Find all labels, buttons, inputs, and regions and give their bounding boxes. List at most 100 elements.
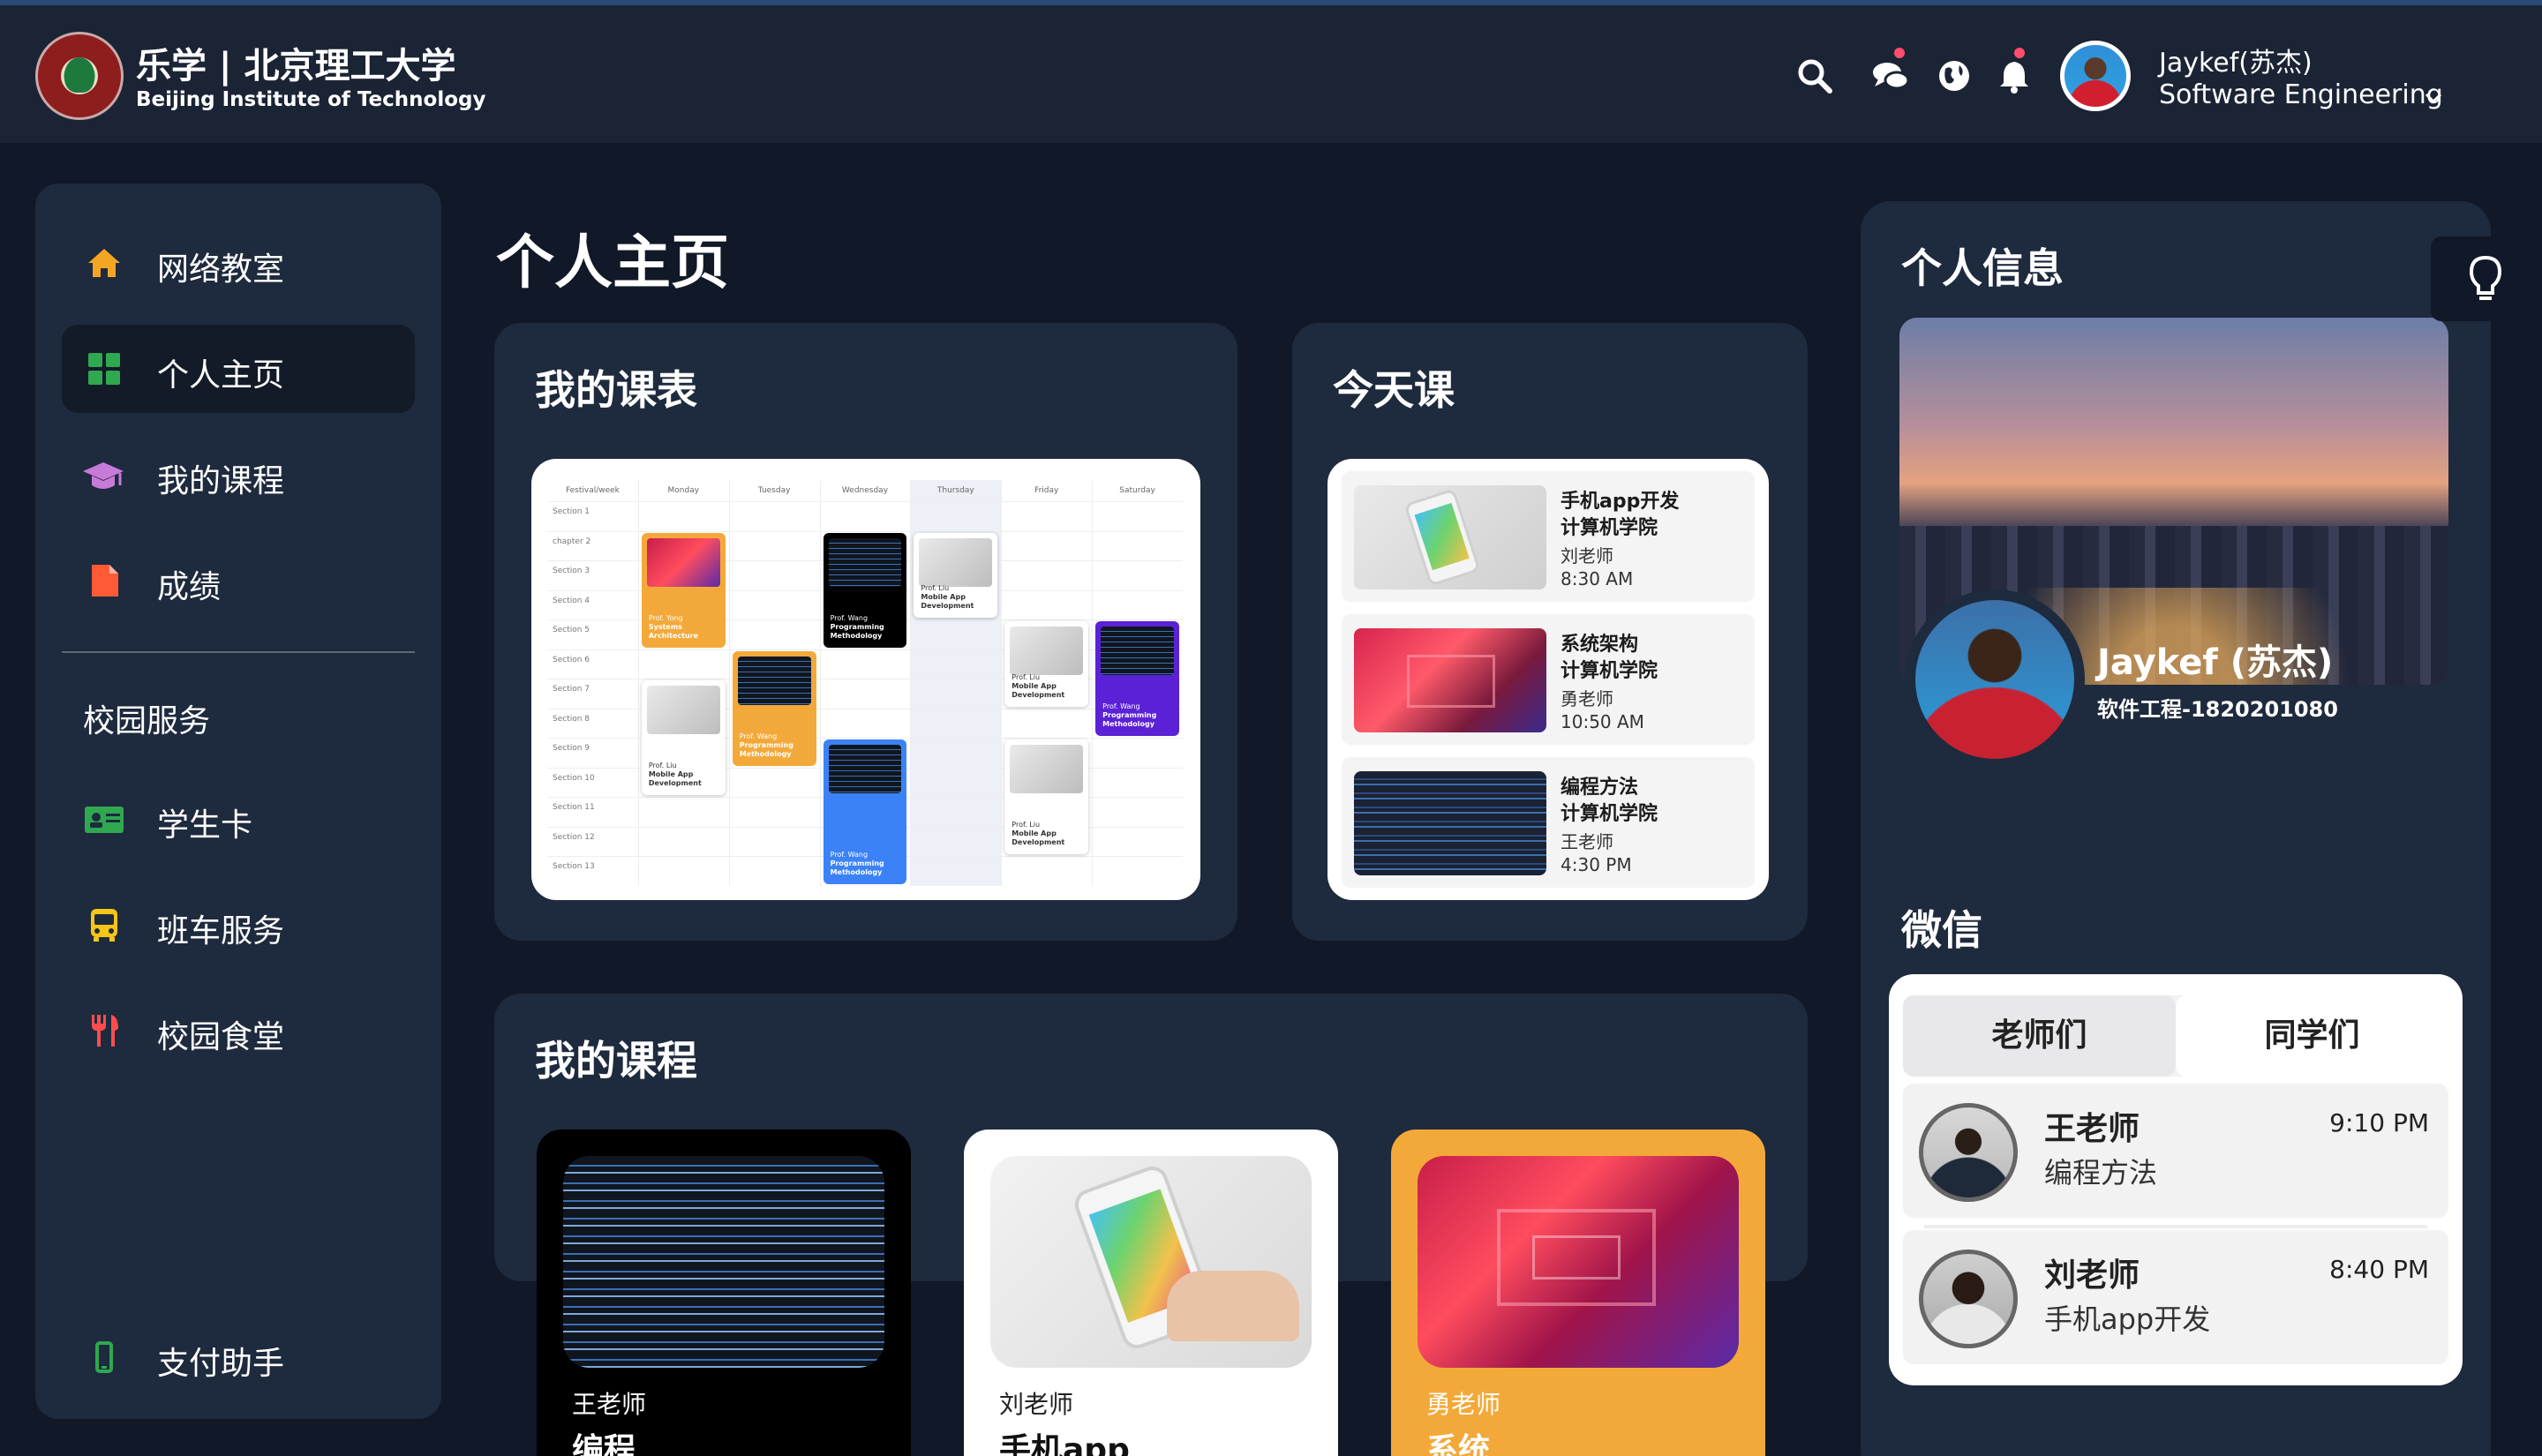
user-department[interactable]: Software Engineering [2159, 79, 2443, 110]
timetable-block-text: Prof. Wang Programming Methodology [1102, 702, 1179, 729]
today-course-teacher: 刘老师 [1561, 545, 1613, 567]
timetable-block-thumbnail [1010, 627, 1084, 676]
timetable-block-title: Programming Methodology [830, 859, 884, 876]
timetable-block-teacher: Prof. Wang [830, 850, 869, 859]
timetable-course-block[interactable]: Prof. Wang Programming Methodology [732, 650, 816, 766]
timetable-block-title: Mobile App Development [1012, 681, 1065, 699]
timetable-block-thumbnail [646, 537, 720, 587]
sidebar-item-shuttle-bus[interactable]: 班车服务 [62, 881, 415, 969]
timetable-block-title: Programming Methodology [739, 740, 793, 758]
timetable-course-block[interactable]: Prof. Liu Mobile App Development [1004, 621, 1089, 707]
sidebar-item-payment-assistant[interactable]: 支付助手 [62, 1313, 415, 1401]
sidebar-item-cafeteria[interactable]: 校园食堂 [62, 987, 415, 1075]
chat-icon[interactable] [1871, 56, 1910, 95]
sidebar: 网络教室 个人主页 我的课程 成绩 校园服务 学生卡 班车服务 校园食堂 支付助… [35, 184, 441, 1419]
chevron-down-icon[interactable] [2424, 88, 2443, 108]
brand-subtitle: Beijing Institute of Technology [136, 88, 486, 111]
wechat-title: 微信 [1901, 906, 1982, 954]
sidebar-item-label: 校园食堂 [157, 1019, 285, 1055]
today-course-teacher: 勇老师 [1561, 688, 1613, 709]
course-name: 系统 [1426, 1432, 1491, 1456]
lightbulb-button[interactable] [2431, 236, 2542, 321]
today-course-time: 10:50 AM [1561, 711, 1644, 732]
course-name: 编程 [572, 1432, 636, 1456]
chat-name: 王老师 [2044, 1111, 2140, 1147]
user-avatar[interactable] [2060, 41, 2131, 111]
timetable-course-block[interactable]: Prof. Liu Mobile App Development [914, 532, 998, 619]
section-title-campus-services: 校园服务 [83, 703, 211, 739]
course-thumbnail [1354, 485, 1546, 589]
today-course-item[interactable]: 系统架构 计算机学院 勇老师 10:50 AM [1342, 614, 1755, 745]
home-icon [88, 249, 120, 277]
chat-item[interactable]: 刘老师 手机app开发 8:40 PM [1903, 1230, 2448, 1364]
timetable-course-block[interactable]: Prof. Wang Programming Methodology [823, 739, 907, 884]
grid-icon [88, 353, 120, 385]
sidebar-item-label: 班车服务 [157, 913, 285, 949]
university-logo[interactable] [35, 32, 124, 120]
phone-icon [95, 1341, 113, 1373]
timetable-block-thumbnail [828, 745, 902, 794]
timetable-day-header: Monday [667, 486, 700, 495]
timetable-block-text: Prof. Liu Mobile App Development [1012, 821, 1088, 847]
today-course-item[interactable]: 编程方法 计算机学院 王老师 4:30 PM [1342, 757, 1755, 888]
utensils-icon [92, 1015, 118, 1047]
course-image [1418, 1156, 1739, 1368]
today-course-school: 计算机学院 [1561, 517, 1658, 539]
header: 乐学 | 北京理工大学 Beijing Institute of Technol… [0, 5, 2542, 143]
timetable-block-text: Prof. Yong Systems Architecture [649, 614, 726, 641]
today-course-item[interactable]: 手机app开发 计算机学院 刘老师 8:30 AM [1342, 471, 1755, 602]
timetable-block-teacher: Prof. Liu [921, 584, 950, 593]
today-course-name: 手机app开发 [1561, 491, 1680, 513]
chat-time: 9:10 PM [2329, 1108, 2429, 1137]
course-name: 手机app [999, 1432, 1130, 1456]
course-card[interactable]: 刘老师 手机app [964, 1130, 1338, 1456]
my-courses-title: 我的课程 [535, 1037, 697, 1084]
today-course-name: 编程方法 [1561, 777, 1639, 799]
timetable-course-block[interactable]: Prof. Liu Mobile App Development [1004, 739, 1089, 855]
timetable-block-text: Prof. Liu Mobile App Development [1012, 673, 1088, 700]
timetable-block-title: Programming Methodology [1102, 711, 1157, 729]
timetable-column-line [1001, 480, 1003, 886]
today-course-school: 计算机学院 [1561, 803, 1658, 825]
course-card[interactable]: 勇老师 系统 [1391, 1130, 1765, 1456]
timetable-day-header: Friday [1034, 486, 1059, 495]
today-course-time: 4:30 PM [1561, 854, 1632, 875]
page-title: 个人主页 [496, 229, 729, 296]
bell-icon[interactable] [1995, 56, 2034, 95]
timetable-block-thumbnail [737, 656, 811, 705]
sidebar-item-my-courses[interactable]: 我的课程 [62, 431, 415, 519]
profile-name: Jaykef (苏杰) [2097, 642, 2334, 683]
profile-panel: 个人信息 Jaykef (苏杰) 软件工程-1820201080 微信 老师们 … [1861, 201, 2491, 1456]
course-card[interactable]: 王老师 编程 [537, 1130, 911, 1456]
timetable-card[interactable]: Festival/week Monday Tuesday Wednesday Thurs… [531, 459, 1200, 900]
timetable-course-block[interactable]: Prof. Yong Systems Architecture [641, 532, 726, 648]
chat-item[interactable]: 王老师 编程方法 9:10 PM [1903, 1084, 2448, 1218]
tab-classmates[interactable]: 同学们 [2176, 995, 2448, 1077]
chat-notification-dot [1894, 48, 1905, 58]
graduation-cap-icon [83, 462, 124, 489]
tab-teachers[interactable]: 老师们 [1903, 995, 2176, 1077]
profile-avatar[interactable] [1905, 589, 2085, 769]
user-name[interactable]: Jaykef(苏杰) [2159, 41, 2313, 79]
timetable-block-title: Mobile App Development [921, 593, 974, 611]
timetable-block-title: Systems Architecture [648, 622, 699, 640]
timetable-block-teacher: Prof. Liu [1012, 672, 1041, 681]
profile-avatar-photo [1915, 600, 2074, 759]
search-icon[interactable] [1795, 56, 1834, 95]
globe-icon[interactable] [1935, 56, 1974, 95]
sidebar-item-label: 我的课程 [157, 463, 285, 499]
sidebar-item-online-classroom[interactable]: 网络教室 [62, 219, 415, 307]
timetable-block-text: Prof. Wang Programming Methodology [831, 614, 907, 641]
timetable-course-block[interactable]: Prof. Wang Programming Methodology [1095, 621, 1179, 737]
timetable-block-thumbnail [1010, 745, 1084, 794]
sidebar-item-homepage[interactable]: 个人主页 [62, 325, 415, 413]
timetable-block-thumbnail [919, 537, 993, 587]
sidebar-item-student-card[interactable]: 学生卡 [62, 775, 415, 863]
timetable-column-line [910, 480, 912, 886]
today-course-teacher: 王老师 [1561, 831, 1613, 852]
sidebar-item-grades[interactable]: 成绩 [62, 537, 415, 625]
timetable-course-block[interactable]: Prof. Wang Programming Methodology [823, 532, 907, 648]
timetable-block-text: Prof. Wang Programming Methodology [740, 732, 816, 759]
sidebar-item-label: 成绩 [157, 569, 222, 605]
timetable-course-block[interactable]: Prof. Liu Mobile App Development [641, 680, 726, 796]
